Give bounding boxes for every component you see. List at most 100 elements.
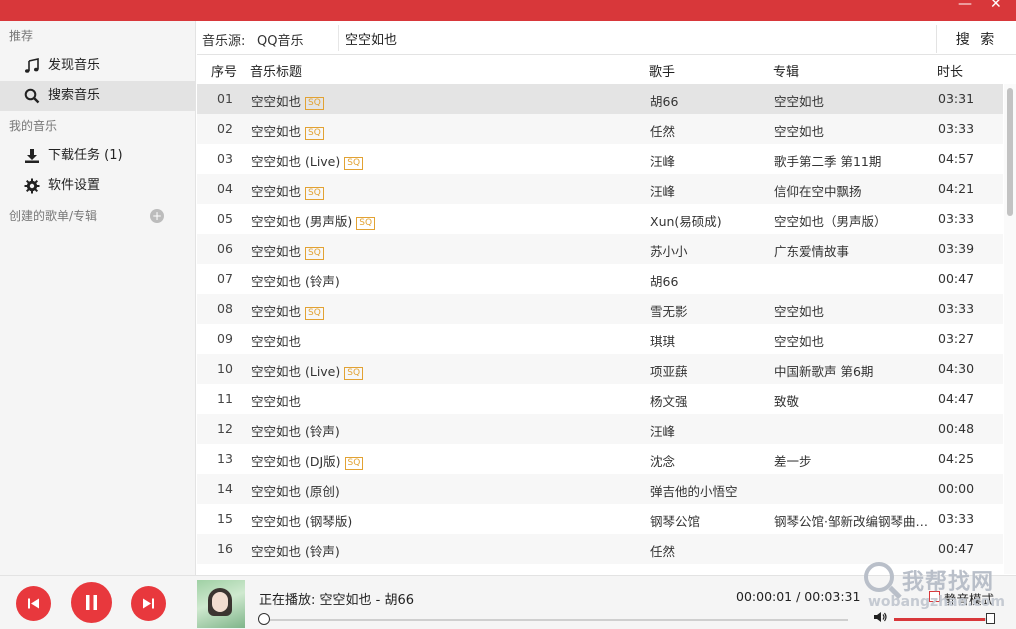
sq-badge: SQ <box>356 217 376 230</box>
row-title: 空空如也 (铃声) <box>251 274 340 289</box>
row-artist: 胡66 <box>650 274 679 289</box>
table-row[interactable]: 07 空空如也 (铃声) 胡66 00:47 <box>197 264 1003 294</box>
row-artist: 胡66 <box>650 94 679 109</box>
table-row[interactable]: 06 空空如也 SQ 苏小小 广东爱情故事 03:39 <box>197 234 1003 264</box>
add-playlist-icon[interactable]: + <box>150 209 164 223</box>
search-input[interactable] <box>345 27 925 49</box>
header-duration: 时长 <box>937 65 964 80</box>
table-row[interactable]: 11 空空如也 杨文强 致敬 04:47 <box>197 384 1003 414</box>
row-duration: 00:47 <box>938 541 975 556</box>
minimize-icon[interactable]: — <box>958 0 972 12</box>
row-duration: 04:30 <box>938 361 975 376</box>
row-title: 空空如也 (铃声) <box>251 424 340 439</box>
sidebar-section-recommend: 推荐 <box>9 29 34 43</box>
row-number: 13 <box>217 451 233 466</box>
sidebar-item-search[interactable]: 搜索音乐 <box>0 81 195 111</box>
row-album: 空空如也（男声版） <box>774 214 887 229</box>
row-artist: 汪峰 <box>650 184 676 199</box>
row-number: 06 <box>217 241 233 256</box>
next-button[interactable] <box>131 586 166 621</box>
source-select[interactable]: QQ音乐 <box>257 30 303 49</box>
sidebar: 推荐 发现音乐 搜索音乐 我的音乐 下载任务 (1) 软件设置 创建的歌单/专辑… <box>0 21 196 575</box>
row-title: 空空如也 (男声版) <box>251 214 353 229</box>
table-row[interactable]: 04 空空如也 SQ 汪峰 信仰在空中飘扬 04:21 <box>197 174 1003 204</box>
playback-time: 00:00:01 / 00:03:31 <box>736 589 861 604</box>
table-row[interactable]: 12 空空如也 (铃声) 汪峰 00:48 <box>197 414 1003 444</box>
progress-knob[interactable] <box>257 613 270 625</box>
row-artist: 琪琪 <box>650 334 676 349</box>
header-artist: 歌手 <box>649 65 676 80</box>
volume-slider[interactable] <box>894 618 990 621</box>
volume-icon[interactable] <box>873 610 887 624</box>
row-album: 空空如也 <box>774 334 825 349</box>
row-title: 空空如也 <box>251 94 302 109</box>
table-row[interactable]: 09 空空如也 琪琪 空空如也 03:27 <box>197 324 1003 354</box>
pause-button[interactable] <box>71 582 112 623</box>
row-title: 空空如也 (DJ版) <box>251 454 341 469</box>
table-row[interactable]: 02 空空如也 SQ 任然 空空如也 03:33 <box>197 114 1003 144</box>
row-title-cell: 空空如也 (铃声) <box>251 421 340 440</box>
sq-badge: SQ <box>344 157 364 170</box>
sidebar-section-playlists: 创建的歌单/专辑 + <box>0 201 195 231</box>
row-number: 11 <box>217 391 233 406</box>
row-title-cell: 空空如也 SQ <box>251 91 324 110</box>
sq-badge: SQ <box>305 307 324 320</box>
row-duration: 03:31 <box>938 91 975 106</box>
close-icon[interactable]: ✕ <box>990 0 1002 12</box>
now-playing-text: 正在播放: 空空如也 - 胡66 <box>259 593 415 608</box>
volume-knob[interactable] <box>986 613 995 624</box>
table-row[interactable]: 01 空空如也 SQ 胡66 空空如也 03:31 <box>197 84 1003 114</box>
header-album: 专辑 <box>773 65 800 80</box>
table-row[interactable]: 03 空空如也 (Live) SQ 汪峰 歌手第二季 第11期 04:57 <box>197 144 1003 174</box>
album-cover[interactable] <box>197 580 245 628</box>
row-title-cell: 空空如也 SQ <box>251 181 324 200</box>
previous-button[interactable] <box>16 586 51 621</box>
row-artist: 汪峰 <box>650 424 676 439</box>
row-artist: 钢琴公馆 <box>650 514 701 529</box>
progress-bar[interactable] <box>260 619 848 621</box>
table-row[interactable]: 05 空空如也 (男声版) SQ Xun(易硕成) 空空如也（男声版） 03:33 <box>197 204 1003 234</box>
table-row[interactable]: 15 空空如也 (钢琴版) 钢琴公馆 钢琴公馆·邹新改编钢琴曲精… 03:33 <box>197 504 1003 534</box>
divider <box>338 25 339 51</box>
row-album: 钢琴公馆·邹新改编钢琴曲精… <box>774 514 934 529</box>
table-row[interactable]: 14 空空如也 (原创) 弹吉他的小悟空 00:00 <box>197 474 1003 504</box>
row-title-cell: 空空如也 (原创) <box>251 481 340 500</box>
row-number: 16 <box>217 541 233 556</box>
mute-checkbox[interactable] <box>929 591 940 602</box>
row-title: 空空如也 (原创) <box>251 484 340 499</box>
row-title: 空空如也 <box>251 304 302 319</box>
row-album: 空空如也 <box>774 304 825 319</box>
music-note-icon <box>25 58 39 73</box>
row-artist: 雪无影 <box>650 304 688 319</box>
sidebar-item-discover[interactable]: 发现音乐 <box>0 51 195 81</box>
row-duration: 03:33 <box>938 121 975 136</box>
row-number: 14 <box>217 481 233 496</box>
table-row[interactable]: 13 空空如也 (DJ版) SQ 沈念 差一步 04:25 <box>197 444 1003 474</box>
scrollbar[interactable] <box>1004 84 1016 574</box>
row-duration: 04:47 <box>938 391 975 406</box>
search-button[interactable]: 搜 索 <box>936 25 1016 53</box>
row-title-cell: 空空如也 SQ <box>251 301 324 320</box>
row-title: 空空如也 (Live) <box>251 154 341 169</box>
row-album: 差一步 <box>774 454 812 469</box>
sidebar-item-downloads[interactable]: 下载任务 (1) <box>0 141 195 171</box>
row-number: 07 <box>217 271 233 286</box>
row-title: 空空如也 <box>251 244 302 259</box>
search-icon <box>24 88 40 104</box>
row-artist: 汪峰 <box>650 154 676 169</box>
sidebar-item-settings[interactable]: 软件设置 <box>0 171 195 201</box>
table-row[interactable]: 10 空空如也 (Live) SQ 项亚蕻 中国新歌声 第6期 04:30 <box>197 354 1003 384</box>
row-artist: 弹吉他的小悟空 <box>650 484 738 499</box>
table-row[interactable]: 16 空空如也 (铃声) 任然 00:47 <box>197 534 1003 564</box>
row-title-cell: 空空如也 (钢琴版) <box>251 511 352 530</box>
table-row[interactable]: 08 空空如也 SQ 雪无影 空空如也 03:33 <box>197 294 1003 324</box>
scrollbar-thumb[interactable] <box>1007 88 1013 216</box>
row-number: 15 <box>217 511 233 526</box>
row-number: 05 <box>217 211 233 226</box>
row-duration: 00:48 <box>938 421 975 436</box>
row-album: 信仰在空中飘扬 <box>774 184 862 199</box>
row-title: 空空如也 (钢琴版) <box>251 514 353 529</box>
table-header: 序号 音乐标题 歌手 专辑 时长 <box>197 55 1016 83</box>
song-list: 01 空空如也 SQ 胡66 空空如也 03:31 02 空空如也 SQ 任然 空空如也 03:33 0… <box>197 84 1003 564</box>
row-title-cell: 空空如也 (DJ版) SQ <box>251 451 364 470</box>
